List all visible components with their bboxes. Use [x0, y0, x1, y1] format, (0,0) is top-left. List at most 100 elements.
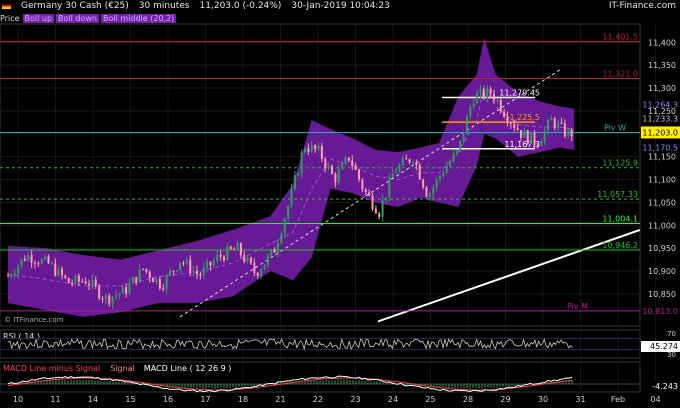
- candle-body: [378, 213, 381, 217]
- candle-body: [550, 118, 553, 121]
- y-tick-label: 11,050: [648, 198, 676, 207]
- candle-body: [192, 270, 195, 273]
- level-label-9: 11,125.9: [602, 159, 638, 168]
- level-label-5: 11,225.5: [504, 113, 540, 122]
- x-tick-label: 16: [163, 395, 173, 404]
- candle-body: [398, 164, 401, 172]
- candle-body: [496, 100, 499, 102]
- candle-body: [449, 161, 452, 167]
- candle-body: [381, 200, 384, 217]
- candle-body: [189, 259, 192, 273]
- candle-body: [179, 262, 182, 271]
- candle-body: [20, 258, 23, 266]
- trendline-support: [377, 228, 641, 323]
- candle-body: [47, 256, 50, 264]
- candle-body: [17, 265, 20, 274]
- candle-body: [408, 159, 411, 163]
- x-tick-label: 30: [538, 395, 548, 404]
- candle-body: [361, 179, 364, 190]
- x-tick-label: 10: [13, 395, 23, 404]
- candle-body: [108, 295, 111, 304]
- candle-body: [115, 295, 117, 297]
- candle-body: [182, 262, 185, 264]
- candle-body: [155, 278, 158, 283]
- candle-body: [526, 130, 529, 144]
- candle-body: [7, 275, 9, 277]
- candle-body: [347, 157, 350, 161]
- level-label-1: 11,321.0: [602, 69, 638, 78]
- candle-body: [131, 276, 134, 284]
- candle-body: [530, 133, 533, 144]
- x-tick-label: 11: [50, 395, 60, 404]
- candle-body: [513, 123, 516, 128]
- candle-body: [67, 278, 70, 284]
- candle-body: [320, 145, 323, 160]
- candle-body: [324, 159, 327, 168]
- candle-body: [169, 270, 171, 276]
- candle-body: [391, 173, 394, 178]
- x-tick-label: 21: [275, 395, 285, 404]
- candle-body: [71, 283, 74, 285]
- candle-body: [142, 268, 144, 270]
- candle-body: [206, 261, 209, 268]
- candle-body: [138, 268, 141, 283]
- candle-body: [314, 144, 317, 150]
- candle-body: [334, 174, 337, 183]
- x-tick-label: 29: [500, 395, 510, 404]
- y-tick-label: 11,250: [648, 107, 676, 116]
- y-tick-label: 11,300: [648, 84, 676, 93]
- candle-body: [287, 206, 290, 219]
- candle-body: [253, 263, 256, 273]
- candle-body: [358, 169, 360, 180]
- candle-body: [300, 152, 303, 174]
- candle-body: [94, 279, 97, 286]
- candle-body: [256, 272, 259, 276]
- candle-body: [125, 287, 128, 294]
- level-label-14: 10,813.0: [642, 307, 678, 316]
- candle-body: [374, 208, 377, 214]
- candle-body: [54, 263, 57, 276]
- candle-body: [185, 259, 188, 263]
- candle-body: [557, 122, 560, 128]
- candle-body: [37, 263, 40, 265]
- candle-body: [266, 255, 269, 265]
- candle-body: [509, 122, 512, 124]
- candle-body: [111, 296, 114, 304]
- candle-body: [503, 111, 506, 117]
- candle-body: [385, 197, 387, 201]
- x-tick-label: 04: [650, 395, 660, 404]
- candle-body: [540, 141, 543, 147]
- level-label-10: 11,057.33: [597, 190, 638, 199]
- candle-body: [543, 130, 546, 142]
- candle-body: [223, 256, 225, 261]
- candle-body: [418, 165, 421, 180]
- candle-body: [567, 129, 570, 137]
- rsi-label: RSI ( 14 ): [3, 332, 40, 341]
- candle-body: [196, 270, 198, 275]
- candle-body: [293, 175, 296, 189]
- y-tick-label: 11,000: [648, 221, 676, 230]
- y-tick-label: 11,100: [648, 176, 676, 185]
- x-tick-label: 22: [313, 395, 323, 404]
- candle-body: [27, 254, 30, 261]
- candle-body: [506, 116, 509, 123]
- current-price-label: 11,203.0: [642, 128, 678, 137]
- candle-body: [229, 246, 232, 249]
- candle-body: [81, 281, 84, 283]
- macd-value: -4.243: [652, 382, 678, 391]
- candle-body: [536, 145, 539, 147]
- candle-body: [175, 270, 178, 272]
- candle-body: [98, 285, 101, 299]
- candle-body: [50, 263, 53, 265]
- candle-body: [236, 243, 239, 250]
- rsi-level-70: 70: [667, 330, 676, 338]
- level-label-0: 11,401.5: [602, 33, 638, 42]
- x-tick-label: 25: [425, 395, 435, 404]
- candle-body: [341, 162, 344, 170]
- level-label-8: 11,170.5: [642, 143, 678, 152]
- price-chart[interactable]: 11,401.511,321.011,279.4511,264.311,233.…: [0, 0, 680, 408]
- candle-body: [455, 150, 458, 155]
- candle-body: [202, 267, 205, 276]
- candle-body: [61, 268, 63, 276]
- candle-body: [388, 177, 391, 198]
